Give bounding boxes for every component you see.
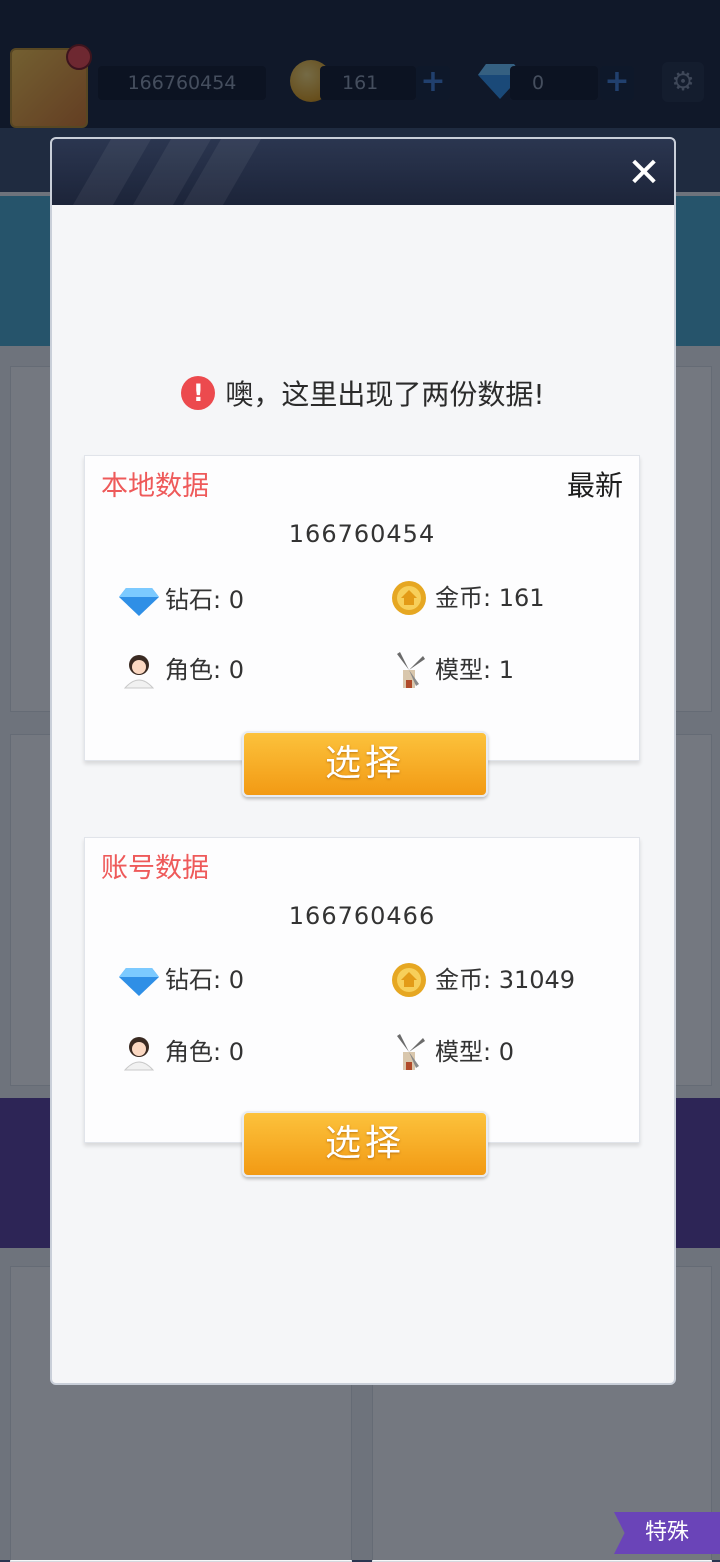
dialog-header: ✕ bbox=[52, 139, 674, 205]
panel-title: 账号数据 bbox=[101, 853, 209, 884]
account-id: 166760454 bbox=[288, 520, 436, 548]
close-icon[interactable]: ✕ bbox=[622, 151, 666, 195]
gem-icon bbox=[119, 588, 159, 616]
gem-icon bbox=[119, 968, 159, 996]
coin-icon bbox=[392, 581, 426, 615]
coin-stat: 金币: 31049 bbox=[389, 960, 629, 1000]
select-local-button[interactable]: 选择 bbox=[242, 731, 488, 797]
local-data-panel: 本地数据 最新 166760454 钻石: 0 金币: 161 角色: 0 模型 bbox=[84, 455, 640, 761]
character-icon bbox=[123, 1037, 155, 1071]
gem-stat: 钻石: 0 bbox=[119, 960, 339, 1000]
account-data-panel: 账号数据 166760466 钻石: 0 金币: 31049 角色: 0 模型:… bbox=[84, 837, 640, 1143]
windmill-icon bbox=[397, 1034, 425, 1070]
coin-icon bbox=[392, 963, 426, 997]
character-icon bbox=[123, 655, 155, 689]
warning-icon: ! bbox=[181, 376, 216, 410]
data-conflict-dialog: ✕ ! 噢，这里出现了两份数据! 本地数据 最新 166760454 钻石: 0 … bbox=[50, 137, 676, 1385]
role-stat: 角色: 0 bbox=[119, 650, 339, 690]
latest-badge: 最新 bbox=[566, 469, 623, 502]
warning-text: 噢，这里出现了两份数据! bbox=[225, 378, 545, 411]
select-account-button[interactable]: 选择 bbox=[242, 1111, 488, 1177]
model-stat: 模型: 1 bbox=[389, 650, 619, 690]
windmill-icon bbox=[397, 652, 425, 688]
role-stat: 角色: 0 bbox=[119, 1032, 339, 1072]
account-id: 166760466 bbox=[288, 902, 436, 930]
panel-title: 本地数据 bbox=[101, 471, 209, 502]
special-tab[interactable]: 特殊 bbox=[614, 1512, 720, 1554]
model-stat: 模型: 0 bbox=[389, 1032, 619, 1072]
coin-stat: 金币: 161 bbox=[389, 578, 619, 618]
gem-stat: 钻石: 0 bbox=[119, 580, 339, 620]
warning-message: ! 噢，这里出现了两份数据! bbox=[52, 373, 674, 421]
